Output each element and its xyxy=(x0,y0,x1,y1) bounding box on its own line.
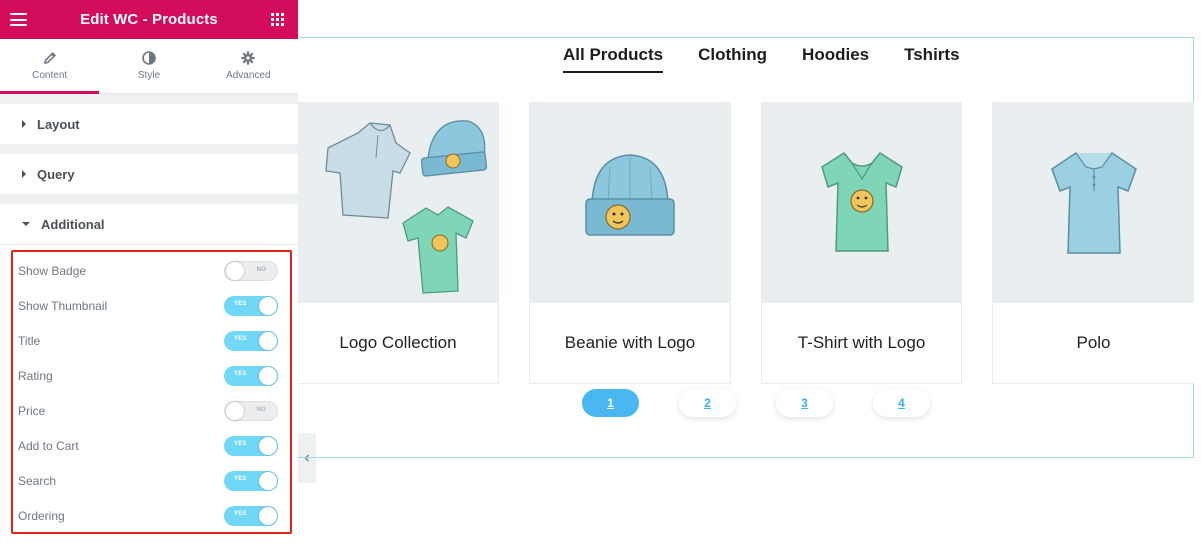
page-1-button[interactable]: 1 xyxy=(582,389,639,417)
tab-advanced-label: Advanced xyxy=(226,70,271,81)
additional-controls: Show Badge NO Show Thumbnail YES Title Y… xyxy=(0,244,298,546)
half-circle-icon xyxy=(142,51,156,65)
product-thumbnail xyxy=(993,103,1194,303)
control-rating: Rating YES xyxy=(0,358,298,393)
toggle-state: NO xyxy=(256,266,266,273)
section-query[interactable]: Query xyxy=(0,154,298,194)
control-title: Title YES xyxy=(0,323,298,358)
gear-icon xyxy=(241,51,256,65)
panel-header: Edit WC - Products xyxy=(0,0,298,39)
section-layout[interactable]: Layout xyxy=(0,104,298,144)
control-label: Show Badge xyxy=(18,263,87,278)
control-label: Add to Cart xyxy=(18,438,79,453)
tshirt-image xyxy=(820,152,903,252)
page-2-button[interactable]: 2 xyxy=(679,389,736,417)
control-price: Price NO xyxy=(0,393,298,428)
toggle-state: YES xyxy=(234,370,247,377)
section-layout-label: Layout xyxy=(37,116,80,132)
polo-image xyxy=(1050,152,1137,254)
control-ordering: Ordering YES xyxy=(0,498,298,533)
filter-hoodies[interactable]: Hoodies xyxy=(802,45,869,73)
toggle-state: NO xyxy=(256,406,266,413)
add-to-cart-toggle[interactable]: YES xyxy=(224,435,278,456)
product-card[interactable]: Polo xyxy=(992,102,1194,384)
control-label: Title xyxy=(18,333,41,348)
ordering-toggle[interactable]: YES xyxy=(224,505,278,526)
toggle-state: YES xyxy=(234,475,247,482)
toggle-state: YES xyxy=(234,335,247,342)
product-title[interactable]: Beanie with Logo xyxy=(530,303,730,383)
tab-style-label: Style xyxy=(137,70,161,81)
show-badge-toggle[interactable]: NO xyxy=(224,260,278,281)
caret-right-icon xyxy=(22,170,26,178)
panel-title: Edit WC - Products xyxy=(80,11,218,28)
control-show-thumbnail: Show Thumbnail YES xyxy=(0,288,298,323)
control-search: Search YES xyxy=(0,463,298,498)
section-additional-label: Additional xyxy=(41,216,105,232)
product-thumbnail xyxy=(762,103,961,303)
product-card[interactable]: T-Shirt with Logo xyxy=(761,102,962,384)
caret-down-icon xyxy=(22,222,30,226)
show-thumbnail-toggle[interactable]: YES xyxy=(224,295,278,316)
product-card[interactable]: Logo Collection xyxy=(298,102,499,384)
control-label: Ordering xyxy=(18,508,65,523)
caret-right-icon xyxy=(22,120,26,128)
rating-toggle[interactable]: YES xyxy=(224,365,278,386)
control-label: Search xyxy=(18,473,57,488)
tab-content-label: Content xyxy=(32,70,68,81)
product-thumbnail xyxy=(298,103,498,303)
section-additional[interactable]: Additional xyxy=(0,204,298,244)
control-label: Show Thumbnail xyxy=(18,298,108,313)
product-card[interactable]: Beanie with Logo xyxy=(529,102,731,384)
control-label: Rating xyxy=(18,368,53,383)
price-toggle[interactable]: NO xyxy=(224,400,278,421)
search-toggle[interactable]: YES xyxy=(224,470,278,491)
product-filter-tabs: All Products Clothing Hoodies Tshirts xyxy=(563,45,960,73)
pagination: 1 2 3 4 xyxy=(582,389,930,417)
filter-clothing[interactable]: Clothing xyxy=(698,45,767,73)
toggle-state: YES xyxy=(234,440,247,447)
tab-content[interactable]: Content xyxy=(0,39,100,94)
widgets-grid-icon[interactable] xyxy=(270,13,284,26)
control-show-badge: Show Badge NO xyxy=(0,253,298,288)
product-title[interactable]: Logo Collection xyxy=(298,303,498,383)
product-title[interactable]: Polo xyxy=(993,303,1194,383)
page-4-button[interactable]: 4 xyxy=(873,389,930,417)
product-title[interactable]: T-Shirt with Logo xyxy=(762,303,961,383)
control-label: Price xyxy=(18,403,46,418)
product-thumbnail xyxy=(530,103,730,303)
pencil-icon xyxy=(43,52,56,65)
title-toggle[interactable]: YES xyxy=(224,330,278,351)
panel-tabs: Content Style Advanced xyxy=(0,39,298,94)
editor-panel: Edit WC - Products Content Style Advance… xyxy=(0,0,298,546)
hamburger-menu-icon[interactable] xyxy=(10,13,27,26)
page-3-button[interactable]: 3 xyxy=(776,389,833,417)
filter-tshirts[interactable]: Tshirts xyxy=(904,45,959,73)
control-add-to-cart: Add to Cart YES xyxy=(0,428,298,463)
beanie-image xyxy=(585,154,675,236)
toggle-state: YES xyxy=(234,510,247,517)
tab-style[interactable]: Style xyxy=(99,39,198,93)
filter-all-products[interactable]: All Products xyxy=(563,45,664,73)
logo-collection-image xyxy=(325,120,488,294)
toggle-state: YES xyxy=(234,300,247,307)
section-query-label: Query xyxy=(37,166,75,182)
tab-advanced[interactable]: Advanced xyxy=(199,39,298,93)
